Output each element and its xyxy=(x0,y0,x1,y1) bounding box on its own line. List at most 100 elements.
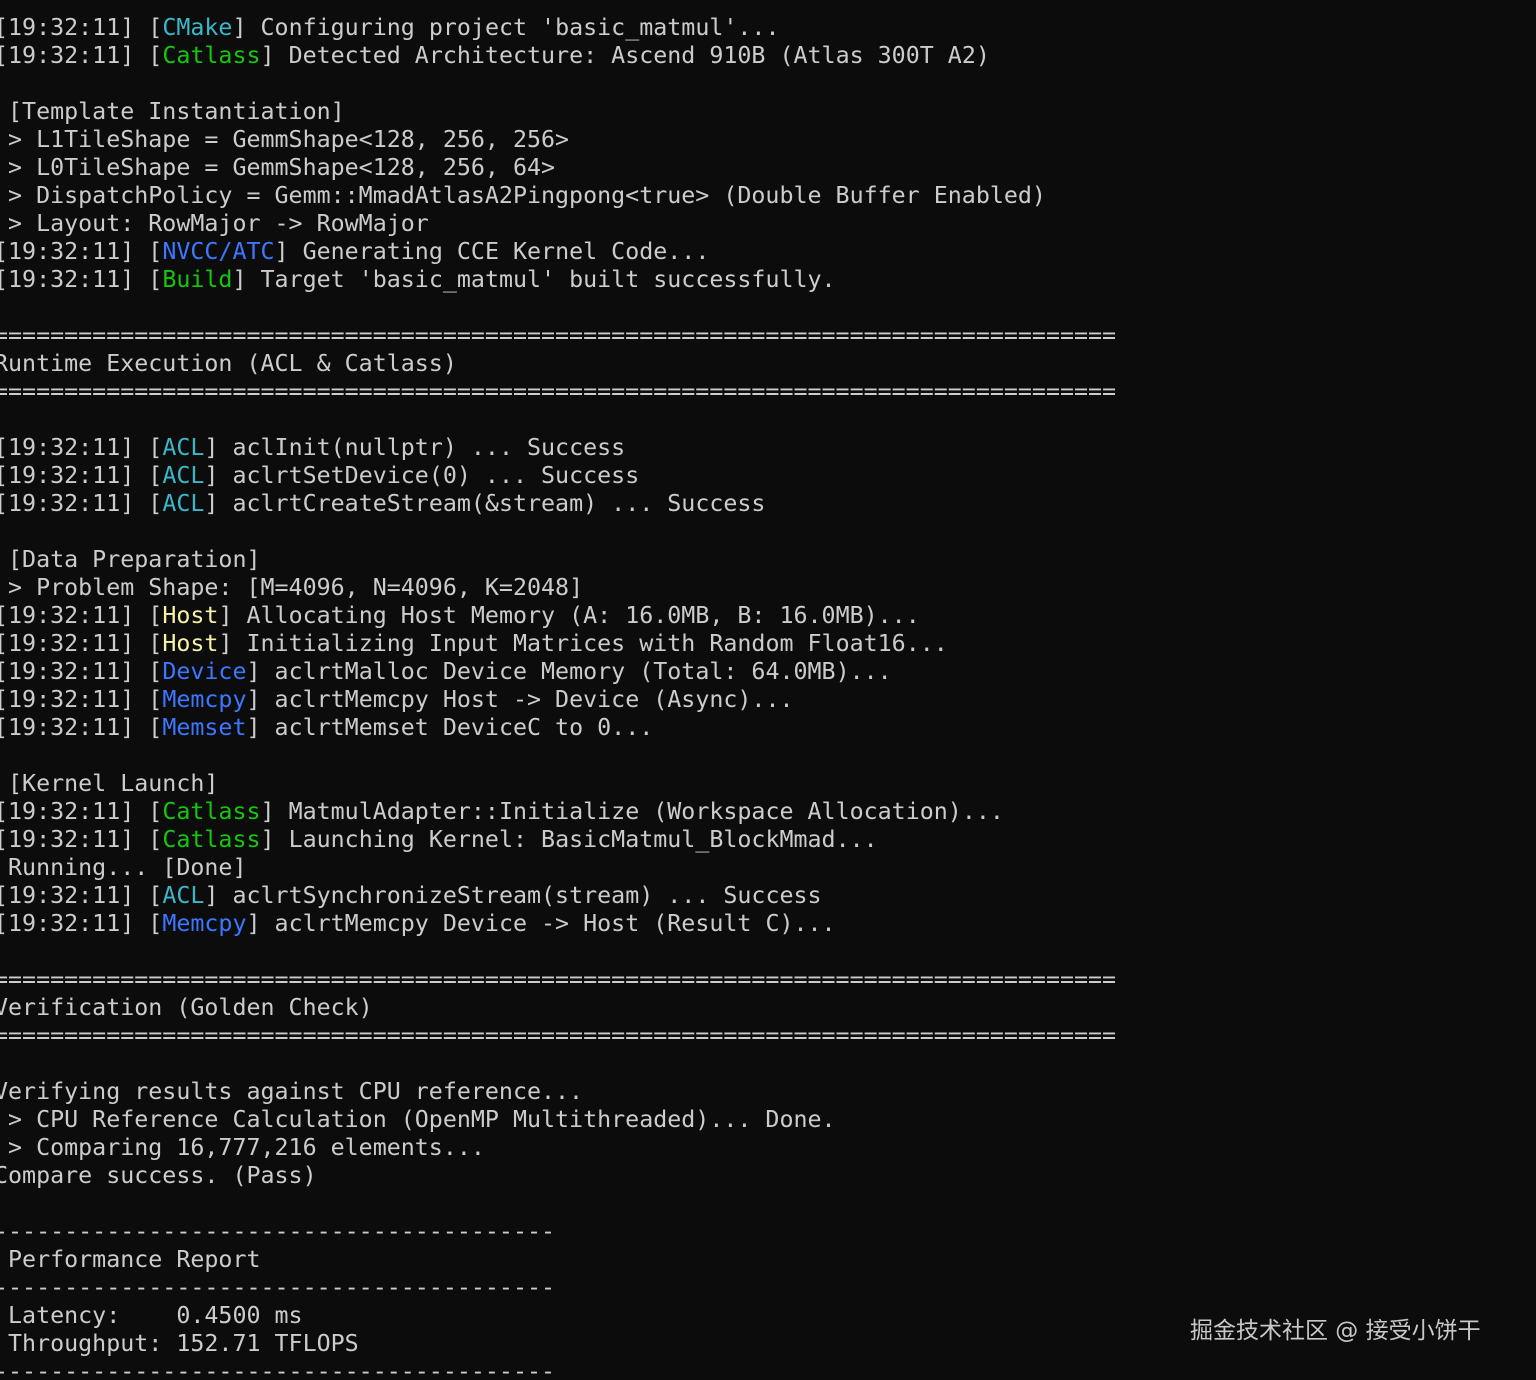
terminal-line: [19:32:11] [ACL] aclrtSynchronizeStream(… xyxy=(0,882,822,910)
terminal-line: Running... [Done] xyxy=(0,854,246,882)
terminal-line: Compare success. (Pass) xyxy=(0,1162,317,1190)
log-message: Initializing Input Matrices with Random … xyxy=(232,630,948,657)
terminal-line: Latency: 0.4500 ms xyxy=(0,1302,303,1330)
log-message: aclInit(nullptr) ... Success xyxy=(218,434,626,461)
log-tag: NVCC/ATC xyxy=(162,238,275,265)
terminal-line: [19:32:11] [Catlass] MatmulAdapter::Init… xyxy=(0,798,1004,826)
log-message: aclrtCreateStream(&stream) ... Success xyxy=(218,490,766,517)
log-timestamp: [19:32:11] xyxy=(0,798,135,825)
terminal-line: > Comparing 16,777,216 elements... xyxy=(0,1134,485,1162)
terminal-text: ========================================… xyxy=(0,966,1117,993)
terminal-text: Running... [Done] xyxy=(0,854,247,881)
terminal-line: [19:32:11] [Memset] aclrtMemset DeviceC … xyxy=(0,714,653,742)
log-message: aclrtSynchronizeStream(stream) ... Succe… xyxy=(218,882,822,909)
terminal-line: > DispatchPolicy = Gemm::MmadAtlasA2Ping… xyxy=(0,182,1046,210)
log-tag: Build xyxy=(162,266,233,293)
terminal-text: ---------------------------------------- xyxy=(0,1218,556,1245)
terminal-text: ========================================… xyxy=(0,378,1117,405)
terminal-output: [19:32:11] [CMake] Configuring project '… xyxy=(0,0,1536,1380)
terminal-line: [19:32:11] [Memcpy] aclrtMemcpy Host -> … xyxy=(0,686,794,714)
terminal-line: > Problem Shape: [M=4096, N=4096, K=2048… xyxy=(0,574,583,602)
terminal-text: Runtime Execution (ACL & Catlass) xyxy=(0,350,457,377)
terminal-line: ========================================… xyxy=(0,322,1116,350)
log-timestamp: [19:32:11] xyxy=(0,238,135,265)
terminal-text: > L0TileShape = GemmShape<128, 256, 64> xyxy=(0,154,556,181)
log-timestamp: [19:32:11] xyxy=(0,490,135,517)
log-tag: ACL xyxy=(162,490,205,517)
terminal-line: [Data Preparation] xyxy=(0,546,261,574)
terminal-line: [19:32:11] [ACL] aclrtSetDevice(0) ... S… xyxy=(0,462,639,490)
log-message: aclrtMemcpy Host -> Device (Async)... xyxy=(260,686,794,713)
log-timestamp: [19:32:11] xyxy=(0,910,135,937)
log-message: Configuring project 'basic_matmul'... xyxy=(246,14,780,41)
terminal-line: ---------------------------------------- xyxy=(0,1274,555,1302)
terminal-text: Compare success. (Pass) xyxy=(0,1162,317,1189)
log-tag: Catlass xyxy=(162,42,261,69)
terminal-line: [Template Instantiation] xyxy=(0,98,345,126)
terminal-line: ========================================… xyxy=(0,378,1116,406)
log-tag: ACL xyxy=(162,462,205,489)
terminal-line: > CPU Reference Calculation (OpenMP Mult… xyxy=(0,1106,836,1134)
log-tag: Host xyxy=(162,602,219,629)
terminal-line: [19:32:11] [Catlass] Detected Architectu… xyxy=(0,42,990,70)
terminal-line: Runtime Execution (ACL & Catlass) xyxy=(0,350,457,378)
terminal-text: > Layout: RowMajor -> RowMajor xyxy=(0,210,429,237)
terminal-text: [Template Instantiation] xyxy=(0,98,345,125)
terminal-line: [19:32:11] [Device] aclrtMalloc Device M… xyxy=(0,658,892,686)
log-message: Detected Architecture: Ascend 910B (Atla… xyxy=(274,42,990,69)
log-tag: Catlass xyxy=(162,798,261,825)
log-timestamp: [19:32:11] xyxy=(0,462,135,489)
log-timestamp: [19:32:11] xyxy=(0,658,135,685)
log-message: Target 'basic_matmul' built successfully… xyxy=(246,266,836,293)
log-timestamp: [19:32:11] xyxy=(0,826,135,853)
log-tag: Device xyxy=(162,658,247,685)
terminal-text: Throughput: 152.71 TFLOPS xyxy=(0,1330,359,1357)
log-timestamp: [19:32:11] xyxy=(0,266,135,293)
terminal-text: ========================================… xyxy=(0,322,1117,349)
terminal-line: [19:32:11] [Build] Target 'basic_matmul'… xyxy=(0,266,836,294)
terminal-line: Performance Report xyxy=(0,1246,260,1274)
terminal-line: > Layout: RowMajor -> RowMajor xyxy=(0,210,429,238)
log-tag: Memset xyxy=(162,714,247,741)
terminal-text: Latency: 0.4500 ms xyxy=(0,1302,303,1329)
terminal-text: > Problem Shape: [M=4096, N=4096, K=2048… xyxy=(0,574,584,601)
log-message: Generating CCE Kernel Code... xyxy=(288,238,710,265)
terminal-line: [19:32:11] [CMake] Configuring project '… xyxy=(0,14,780,42)
terminal-line: [Kernel Launch] xyxy=(0,770,218,798)
terminal-text: ---------------------------------------- xyxy=(0,1274,556,1301)
log-message: Allocating Host Memory (A: 16.0MB, B: 16… xyxy=(232,602,920,629)
terminal-text: Verification (Golden Check) xyxy=(0,994,373,1021)
watermark-text: 掘金技术社区 @ 接受小饼干 xyxy=(1190,1318,1481,1344)
log-tag: Catlass xyxy=(162,826,261,853)
log-message: aclrtMalloc Device Memory (Total: 64.0MB… xyxy=(260,658,892,685)
terminal-line: Verification (Golden Check) xyxy=(0,994,373,1022)
terminal-text: [Data Preparation] xyxy=(0,546,261,573)
log-tag: ACL xyxy=(162,434,205,461)
log-timestamp: [19:32:11] xyxy=(0,686,135,713)
log-message: aclrtMemset DeviceC to 0... xyxy=(260,714,654,741)
log-timestamp: [19:32:11] xyxy=(0,14,135,41)
terminal-line: ---------------------------------------- xyxy=(0,1358,555,1380)
log-timestamp: [19:32:11] xyxy=(0,714,135,741)
terminal-line: [19:32:11] [ACL] aclrtCreateStream(&stre… xyxy=(0,490,765,518)
log-timestamp: [19:32:11] xyxy=(0,630,135,657)
terminal-line: [19:32:11] [Memcpy] aclrtMemcpy Device -… xyxy=(0,910,836,938)
terminal-line: [19:32:11] [ACL] aclInit(nullptr) ... Su… xyxy=(0,434,625,462)
log-tag: Memcpy xyxy=(162,686,247,713)
log-message: aclrtSetDevice(0) ... Success xyxy=(218,462,640,489)
log-tag: Host xyxy=(162,630,219,657)
log-tag: CMake xyxy=(162,14,233,41)
terminal-text: [Kernel Launch] xyxy=(0,770,219,797)
terminal-text: > Comparing 16,777,216 elements... xyxy=(0,1134,485,1161)
terminal-text: ---------------------------------------- xyxy=(0,1358,556,1380)
terminal-line: ---------------------------------------- xyxy=(0,1218,555,1246)
terminal-line: [19:32:11] [Host] Allocating Host Memory… xyxy=(0,602,920,630)
log-timestamp: [19:32:11] xyxy=(0,602,135,629)
terminal-text: ========================================… xyxy=(0,1022,1117,1049)
terminal-line: Verifying results against CPU reference.… xyxy=(0,1078,583,1106)
terminal-line: > L0TileShape = GemmShape<128, 256, 64> xyxy=(0,154,555,182)
log-tag: ACL xyxy=(162,882,205,909)
terminal-line: Throughput: 152.71 TFLOPS xyxy=(0,1330,359,1358)
terminal-line: [19:32:11] [Catlass] Launching Kernel: B… xyxy=(0,826,878,854)
log-message: Launching Kernel: BasicMatmul_BlockMmad.… xyxy=(274,826,878,853)
